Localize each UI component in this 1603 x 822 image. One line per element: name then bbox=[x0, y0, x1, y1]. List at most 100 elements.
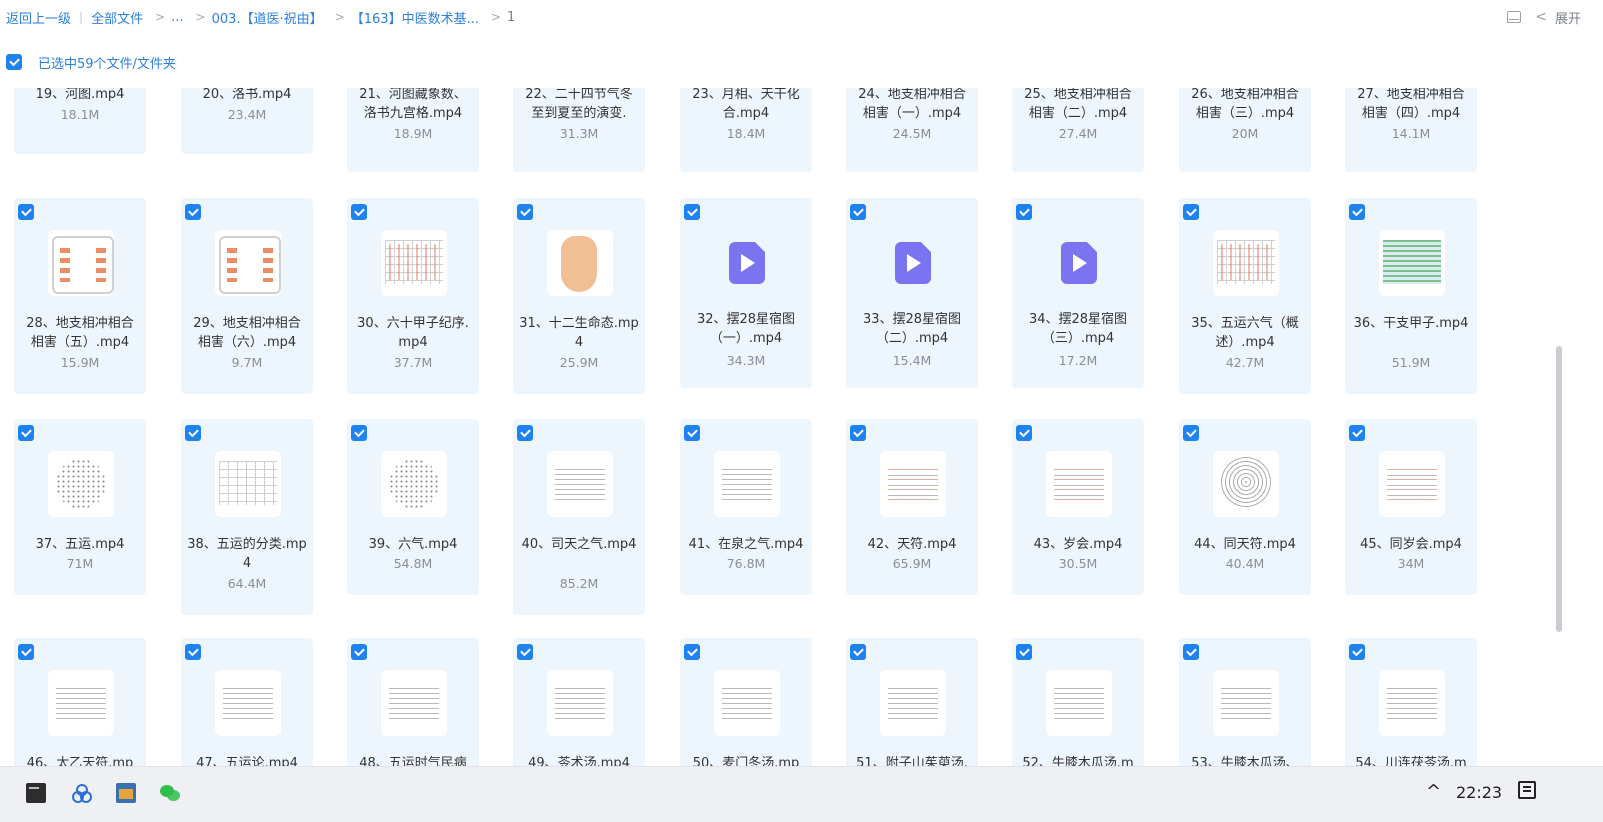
file-tile[interactable]: 43、岁会.mp4 30.5M bbox=[1012, 419, 1144, 595]
file-tile[interactable]: 54、川连茯苓汤.m bbox=[1345, 638, 1477, 766]
file-tile[interactable]: 50、麦门冬汤.mp bbox=[680, 638, 812, 766]
file-checkbox[interactable] bbox=[185, 204, 201, 220]
expand-button[interactable]: < 展开 bbox=[1535, 8, 1581, 27]
file-checkbox[interactable] bbox=[1183, 425, 1199, 441]
notification-icon[interactable] bbox=[1518, 781, 1536, 799]
file-checkbox[interactable] bbox=[351, 204, 367, 220]
file-size: 18.1M bbox=[60, 107, 100, 122]
text-thumbnail-image bbox=[389, 688, 439, 722]
list-view-icon[interactable] bbox=[1507, 11, 1522, 23]
file-name: 45、同岁会.mp4 bbox=[1360, 537, 1462, 552]
file-tile[interactable]: 40、司天之气.mp4 85.2M bbox=[513, 419, 645, 615]
file-checkbox[interactable] bbox=[684, 204, 700, 220]
terminal-icon[interactable] bbox=[26, 783, 46, 803]
file-tile[interactable]: 51、附子山茱萸汤. bbox=[846, 638, 978, 766]
file-thumbnail bbox=[1379, 670, 1445, 736]
file-tile[interactable]: 27、地支相冲相合相害（四）.mp4 14.1M bbox=[1345, 88, 1477, 172]
file-tile[interactable]: 39、六气.mp4 54.8M bbox=[347, 419, 479, 595]
breadcrumb-folder-2[interactable]: 【163】中医数术基... bbox=[351, 8, 479, 27]
file-name: 28、地支相冲相合相害（五）.mp4 bbox=[26, 316, 134, 350]
file-checkbox[interactable] bbox=[517, 204, 533, 220]
file-tile[interactable]: 47、五运论.mp4 bbox=[181, 638, 313, 766]
file-size: 64.4M bbox=[227, 576, 267, 591]
file-tile[interactable]: 37、五运.mp4 71M bbox=[14, 419, 146, 595]
app-window-icon[interactable] bbox=[116, 783, 136, 803]
file-size: 76.8M bbox=[726, 556, 766, 571]
file-tile[interactable]: 53、牛膝木瓜汤、 bbox=[1179, 638, 1311, 766]
file-tile[interactable]: 45、同岁会.mp4 34M bbox=[1345, 419, 1477, 595]
breadcrumb-ellipsis[interactable]: ... bbox=[171, 10, 183, 25]
file-checkbox[interactable] bbox=[850, 425, 866, 441]
file-name: 25、地支相冲相合相害（二）.mp4 bbox=[1024, 88, 1132, 121]
file-checkbox[interactable] bbox=[1349, 644, 1365, 660]
file-tile[interactable]: 49、苓术汤.mp4 bbox=[513, 638, 645, 766]
text-thumbnail-image bbox=[555, 469, 605, 503]
circle-diagram-thumbnail-image bbox=[1221, 457, 1271, 507]
file-tile[interactable]: 21、河图藏象数、洛书九宫格.mp4 18.9M bbox=[347, 88, 479, 172]
file-tile[interactable]: 38、五运的分类.mp4 64.4M bbox=[181, 419, 313, 615]
file-checkbox[interactable] bbox=[684, 644, 700, 660]
file-checkbox[interactable] bbox=[1016, 644, 1032, 660]
file-checkbox[interactable] bbox=[1016, 425, 1032, 441]
breadcrumb-all-files[interactable]: 全部文件 bbox=[91, 8, 143, 27]
file-checkbox[interactable] bbox=[850, 204, 866, 220]
file-tile[interactable]: 44、同天符.mp4 40.4M bbox=[1179, 419, 1311, 595]
scrollbar-thumb[interactable] bbox=[1556, 346, 1562, 632]
file-checkbox[interactable] bbox=[185, 644, 201, 660]
scrollbar[interactable] bbox=[1556, 88, 1562, 766]
file-checkbox[interactable] bbox=[517, 644, 533, 660]
chevron-up-icon[interactable]: ^ bbox=[1426, 781, 1441, 802]
file-checkbox[interactable] bbox=[684, 425, 700, 441]
file-tile[interactable]: 20、洛书.mp4 23.4M bbox=[181, 88, 313, 154]
file-tile[interactable]: 52、牛膝木瓜汤.m bbox=[1012, 638, 1144, 766]
select-all-checkbox[interactable] bbox=[6, 54, 22, 70]
file-name: 22、二十四节气冬至到夏至的演变. bbox=[525, 88, 633, 121]
wechat-icon[interactable] bbox=[160, 783, 180, 803]
file-checkbox[interactable] bbox=[18, 644, 34, 660]
breadcrumb-folder-1[interactable]: 003.【道医·祝由】 bbox=[212, 8, 323, 27]
file-tile[interactable]: 22、二十四节气冬至到夏至的演变. 31.3M bbox=[513, 88, 645, 172]
file-tile[interactable]: 48、五运时气民病 bbox=[347, 638, 479, 766]
file-name: 21、河图藏象数、洛书九宫格.mp4 bbox=[359, 88, 467, 121]
file-checkbox[interactable] bbox=[1183, 204, 1199, 220]
file-tile[interactable]: 32、摆28星宿图（一）.mp4 34.3M bbox=[680, 198, 812, 388]
file-name: 44、同天符.mp4 bbox=[1194, 537, 1296, 552]
back-link[interactable]: 返回上一级 bbox=[6, 8, 71, 27]
file-checkbox[interactable] bbox=[517, 425, 533, 441]
breadcrumb-current: 1 bbox=[507, 9, 516, 25]
file-checkbox[interactable] bbox=[1349, 204, 1365, 220]
file-checkbox[interactable] bbox=[18, 425, 34, 441]
file-tile[interactable]: 36、干支甲子.mp4 51.9M bbox=[1345, 198, 1477, 394]
file-checkbox[interactable] bbox=[18, 204, 34, 220]
file-tile[interactable]: 31、十二生命态.mp4 25.9M bbox=[513, 198, 645, 394]
file-checkbox[interactable] bbox=[1349, 425, 1365, 441]
file-tile[interactable]: 33、摆28星宿图（二）.mp4 15.4M bbox=[846, 198, 978, 388]
file-tile[interactable]: 30、六十甲子纪序.mp4 37.7M bbox=[347, 198, 479, 394]
file-tile[interactable]: 46、太乙天符.mp bbox=[14, 638, 146, 766]
file-tile[interactable]: 23、月相、天干化合.mp4 18.4M bbox=[680, 88, 812, 172]
file-tile[interactable]: 24、地支相冲相合相害（一）.mp4 24.5M bbox=[846, 88, 978, 172]
chevron-right-icon: > bbox=[155, 10, 166, 24]
file-tile[interactable]: 29、地支相冲相合相害（六）.mp4 9.7M bbox=[181, 198, 313, 394]
file-checkbox[interactable] bbox=[850, 644, 866, 660]
file-size: 25.9M bbox=[559, 355, 599, 370]
video-file-icon bbox=[714, 230, 780, 296]
file-checkbox[interactable] bbox=[185, 425, 201, 441]
file-tile[interactable]: 25、地支相冲相合相害（二）.mp4 27.4M bbox=[1012, 88, 1144, 172]
baidu-netdisk-icon[interactable] bbox=[72, 783, 92, 803]
file-checkbox[interactable] bbox=[1016, 204, 1032, 220]
file-size: 24.5M bbox=[892, 126, 932, 141]
file-name: 33、摆28星宿图（二）.mp4 bbox=[862, 312, 962, 346]
file-checkbox[interactable] bbox=[351, 425, 367, 441]
file-tile[interactable]: 35、五运六气（概述）.mp4 42.7M bbox=[1179, 198, 1311, 394]
file-checkbox[interactable] bbox=[351, 644, 367, 660]
file-tile[interactable]: 34、摆28星宿图（三）.mp4 17.2M bbox=[1012, 198, 1144, 388]
file-tile[interactable]: 42、天符.mp4 65.9M bbox=[846, 419, 978, 595]
file-tile[interactable]: 41、在泉之气.mp4 76.8M bbox=[680, 419, 812, 595]
file-size: 37.7M bbox=[393, 355, 433, 370]
file-tile[interactable]: 26、地支相冲相合相害（三）.mp4 20M bbox=[1179, 88, 1311, 172]
file-size: 20M bbox=[1231, 126, 1259, 141]
file-tile[interactable]: 19、河图.mp4 18.1M bbox=[14, 88, 146, 154]
file-checkbox[interactable] bbox=[1183, 644, 1199, 660]
file-tile[interactable]: 28、地支相冲相合相害（五）.mp4 15.9M bbox=[14, 198, 146, 394]
